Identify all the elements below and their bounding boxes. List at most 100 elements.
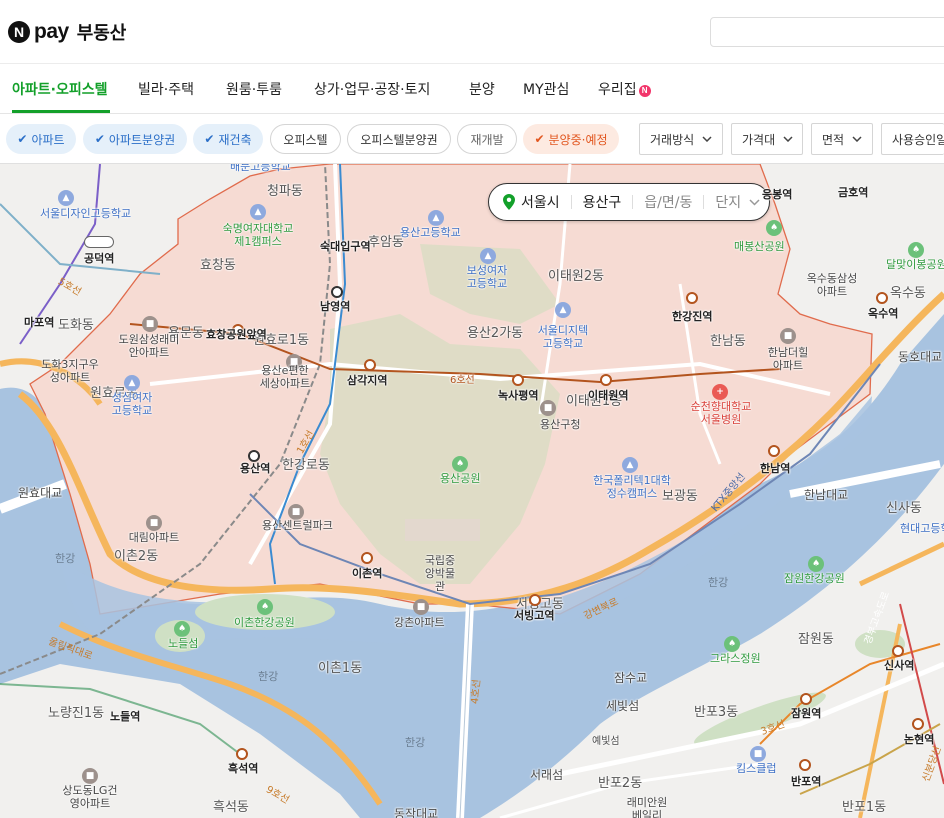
station-label[interactable]: 삼각지역: [347, 372, 387, 388]
station-marker[interactable]: [686, 292, 698, 304]
poi-label[interactable]: 강촌아파트: [394, 616, 445, 629]
poi-label[interactable]: 매봉산공원: [734, 240, 785, 253]
station-marker[interactable]: [364, 359, 376, 371]
station-label[interactable]: 용산역: [240, 460, 270, 476]
tab-presale[interactable]: 분양: [469, 79, 495, 99]
station-marker[interactable]: [512, 374, 524, 386]
chip-officetel[interactable]: 오피스텔: [270, 124, 341, 154]
station-label[interactable]: 응봉역: [762, 186, 792, 202]
tab-apartment-officetel[interactable]: 아파트·오피스텔: [12, 79, 107, 99]
poi-label[interactable]: 숙명여자대학교제1캠퍼스: [222, 222, 294, 248]
poi-label[interactable]: 그라스정원: [710, 652, 761, 665]
naver-pay-realestate-logo[interactable]: N pay 부동산: [8, 20, 126, 44]
station-label[interactable]: 효창공원앞역: [206, 326, 267, 342]
station-marker[interactable]: [529, 594, 541, 606]
tab-my-home[interactable]: 우리집 N: [598, 79, 651, 99]
tab-my-interest[interactable]: MY관심: [523, 79, 569, 99]
poi-label[interactable]: 순천향대학교서울병원: [688, 400, 754, 426]
station-marker[interactable]: [768, 445, 780, 457]
location-district[interactable]: 용산구: [583, 192, 622, 212]
station-marker[interactable]: [331, 286, 343, 298]
poi-label[interactable]: 달맞이봉공원: [886, 258, 944, 271]
station-label[interactable]: 금호역: [838, 184, 868, 200]
poi-label[interactable]: 킴스클럽: [736, 762, 776, 775]
station-marker[interactable]: [876, 292, 888, 304]
station-label[interactable]: 공덕역: [84, 250, 114, 266]
poi-label[interactable]: 용산고등학교: [400, 226, 461, 239]
poi-label[interactable]: 대림아파트: [128, 531, 180, 544]
tab-commercial-land[interactable]: 상가·업무·공장·토지: [314, 79, 430, 99]
poi-label[interactable]: 한남더힐아파트: [766, 346, 810, 372]
station-marker[interactable]: [236, 748, 248, 760]
dropdown-trade-type[interactable]: 거래방식: [639, 123, 723, 155]
station-label[interactable]: 마포역: [24, 314, 54, 330]
station-label[interactable]: 잠원역: [791, 705, 821, 721]
chip-reconstruction-label: 재건축: [218, 132, 252, 147]
dropdown-area[interactable]: 면적: [811, 123, 873, 155]
chip-reconstruction[interactable]: ✔ 재건축: [193, 124, 263, 154]
school-icon: ▲: [480, 248, 496, 264]
poi-label[interactable]: 한국폴리텍1대학정수캠퍼스: [592, 474, 672, 500]
dropdown-price[interactable]: 가격대: [731, 123, 803, 155]
tab-oneroom-tworoom[interactable]: 원룸·투룸: [226, 79, 282, 99]
location-complex[interactable]: 단지: [715, 192, 741, 212]
poi-label[interactable]: 옥수동삼성아파트: [804, 272, 860, 298]
dropdown-approval-date[interactable]: 사용승인일: [881, 123, 944, 155]
station-label[interactable]: 흑석역: [228, 760, 258, 776]
station-label[interactable]: 반포역: [791, 773, 821, 789]
location-city[interactable]: 서울시: [521, 192, 560, 212]
poi-label[interactable]: 상도동LG건영아파트: [62, 784, 118, 810]
chip-apartment[interactable]: ✔ 아파트: [6, 124, 76, 154]
station-label[interactable]: 녹사평역: [498, 387, 538, 403]
poi-label[interactable]: 보성여자고등학교: [466, 264, 508, 290]
island-label: 세빛섬: [606, 699, 640, 713]
chevron-down-icon: [783, 136, 793, 142]
search-input[interactable]: [711, 18, 944, 46]
chip-apartment-presale-right[interactable]: ✔ 아파트분양권: [83, 124, 187, 154]
poi-label[interactable]: 용산구청: [540, 418, 580, 431]
station-label[interactable]: 숙대입구역: [320, 238, 371, 254]
poi-label[interactable]: 용산e편한세상아파트: [258, 364, 312, 390]
poi-label[interactable]: 노들섬: [168, 637, 198, 650]
station-label[interactable]: 노들역: [110, 708, 140, 724]
station-marker[interactable]: [799, 759, 811, 771]
station-marker[interactable]: [361, 552, 373, 564]
station-label[interactable]: 남영역: [320, 298, 350, 314]
poi-label[interactable]: 국립중앙박물관: [420, 554, 460, 593]
location-dong[interactable]: 읍/면/동: [644, 192, 692, 212]
station-label[interactable]: 이촌역: [352, 565, 382, 581]
poi-label[interactable]: 현대고등학교: [900, 522, 944, 535]
poi-label[interactable]: 용산센트럴파크: [262, 519, 333, 532]
area-label: 이촌2동: [114, 549, 159, 564]
area-label: 청파동: [267, 184, 303, 199]
poi-label[interactable]: 래미안원베일리: [626, 796, 668, 818]
poi-label[interactable]: 서울디지텍고등학교: [536, 324, 590, 350]
tab-villa-house[interactable]: 빌라·주택: [138, 79, 194, 99]
poi-label[interactable]: 도화3지구우성아파트: [40, 358, 100, 384]
station-marker[interactable]: [600, 374, 612, 386]
station-label[interactable]: 서빙고역: [514, 607, 554, 623]
station-marker[interactable]: [84, 236, 114, 248]
tab-my-home-label: 우리집: [598, 82, 637, 98]
poi-label[interactable]: 잠원한강공원: [784, 572, 845, 585]
poi-label[interactable]: 도원삼성래미안아파트: [118, 333, 180, 359]
station-label[interactable]: 신사역: [884, 657, 914, 673]
station-label[interactable]: 이태원역: [588, 387, 628, 403]
poi-label[interactable]: 이촌한강공원: [234, 616, 295, 629]
dropdown-trade-type-label: 거래방식: [650, 132, 695, 147]
station-label[interactable]: 한강진역: [672, 308, 712, 324]
chip-redevelopment[interactable]: 재개발: [457, 124, 517, 154]
station-marker[interactable]: [912, 718, 924, 730]
poi-label[interactable]: 서울디자인고등학교: [40, 207, 131, 220]
map-view[interactable]: 서울시 용산구 읍/면/동 단지 청파동 효창동 용문동 원효로1동 원효로동 …: [0, 164, 944, 818]
station-label[interactable]: 옥수역: [868, 305, 898, 321]
poi-label[interactable]: 성심여자고등학교: [110, 391, 154, 417]
station-marker[interactable]: [892, 645, 904, 657]
poi-label[interactable]: 용산공원: [440, 472, 480, 485]
station-label[interactable]: 한남역: [760, 460, 790, 476]
station-marker[interactable]: [800, 693, 812, 705]
chip-officetel-presale-right[interactable]: 오피스텔분양권: [347, 124, 451, 154]
river-label: 한강: [55, 552, 76, 565]
chip-presale-ongoing[interactable]: ✔ 분양중·예정: [523, 124, 619, 154]
poi-label[interactable]: 배문고등학교: [230, 164, 291, 173]
